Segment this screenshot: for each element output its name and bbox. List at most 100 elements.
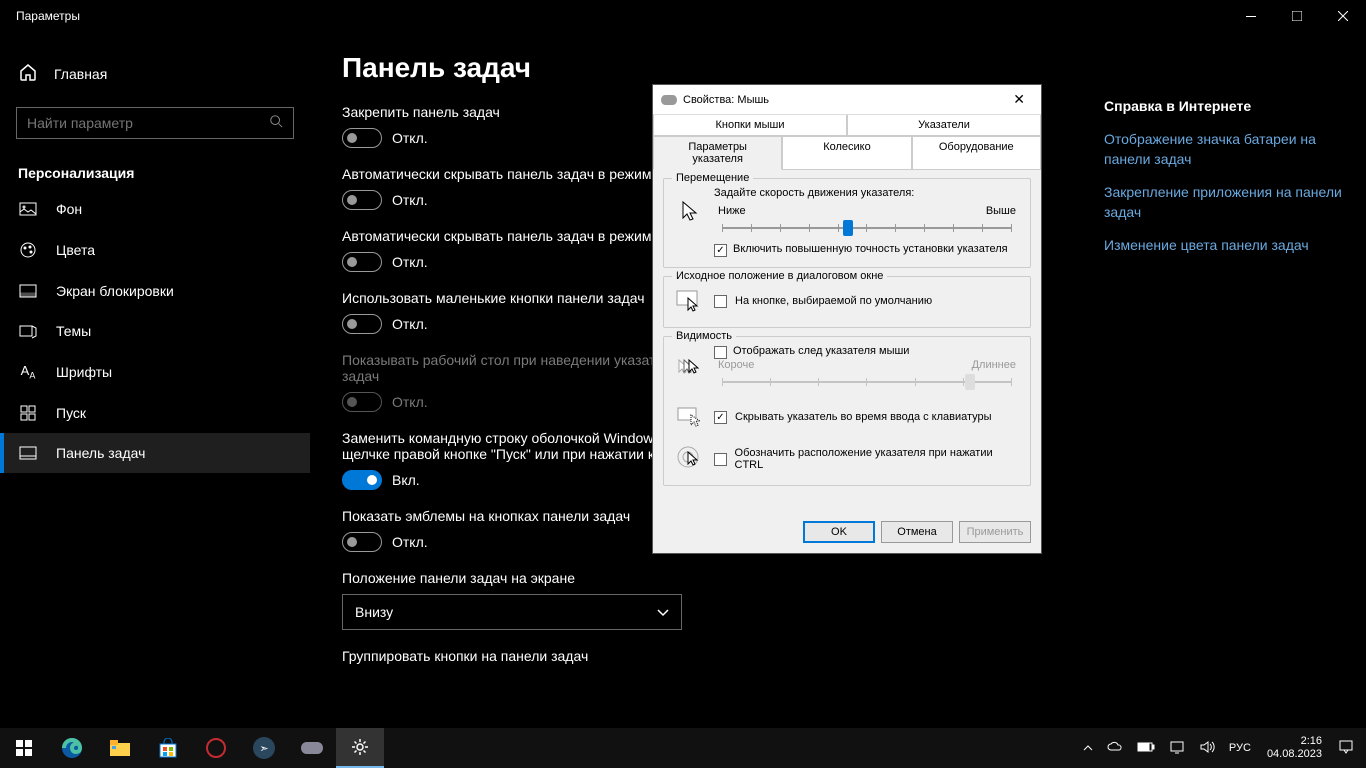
taskbar-opera[interactable] bbox=[192, 728, 240, 768]
help-panel: Справка в Интернете Отображение значка б… bbox=[1104, 98, 1354, 270]
tray-battery-icon[interactable] bbox=[1133, 742, 1159, 755]
help-link[interactable]: Закрепление приложения на панели задач bbox=[1104, 183, 1354, 222]
precision-checkbox[interactable] bbox=[714, 244, 727, 257]
sidebar-item-label: Цвета bbox=[56, 242, 95, 258]
start-button[interactable] bbox=[0, 728, 48, 768]
trail-label: Отображать след указателя мыши bbox=[733, 345, 909, 357]
taskbar-store[interactable] bbox=[144, 728, 192, 768]
toggle-lock-taskbar[interactable] bbox=[342, 128, 382, 148]
hide-typing-icon bbox=[674, 401, 706, 433]
fast-label: Выше bbox=[986, 205, 1016, 217]
chevron-down-icon bbox=[657, 604, 669, 620]
ctrl-locate-icon bbox=[674, 443, 706, 475]
tray-volume-icon[interactable] bbox=[1195, 740, 1219, 757]
ok-button[interactable]: OK bbox=[803, 521, 875, 543]
position-label: Положение панели задач на экране bbox=[342, 570, 902, 586]
snap-to-default-checkbox[interactable] bbox=[714, 295, 727, 308]
titlebar: Параметры bbox=[0, 0, 1366, 32]
trail-short-label: Короче bbox=[718, 359, 754, 371]
sidebar-item-colors[interactable]: Цвета bbox=[0, 229, 310, 271]
speed-label: Задайте скорость движения указателя: bbox=[714, 187, 1020, 199]
taskbar-edge[interactable] bbox=[48, 728, 96, 768]
taskbar-explorer[interactable] bbox=[96, 728, 144, 768]
toggle-state: Откл. bbox=[392, 254, 428, 270]
sidebar-item-label: Темы bbox=[56, 323, 91, 339]
visibility-group-label: Видимость bbox=[672, 330, 736, 342]
toggle-badges[interactable] bbox=[342, 532, 382, 552]
sidebar-item-taskbar[interactable]: Панель задач bbox=[0, 433, 310, 473]
slow-label: Ниже bbox=[718, 205, 746, 217]
tray-clock[interactable]: 2:16 04.08.2023 bbox=[1261, 735, 1328, 761]
taskbar-icon bbox=[18, 446, 38, 460]
cancel-button[interactable]: Отмена bbox=[881, 521, 953, 543]
home-cursor-icon bbox=[674, 285, 706, 317]
position-dropdown[interactable]: Внизу bbox=[342, 594, 682, 630]
help-link[interactable]: Отображение значка батареи на панели зад… bbox=[1104, 130, 1354, 169]
mouse-properties-dialog: Свойства: Мышь ✕ Кнопки мыши Указатели П… bbox=[652, 84, 1042, 554]
tab-hardware[interactable]: Оборудование bbox=[912, 136, 1041, 170]
taskbar-disk-app[interactable] bbox=[288, 728, 336, 768]
tray-onedrive-icon[interactable] bbox=[1103, 741, 1127, 755]
ctrl-locate-checkbox[interactable] bbox=[714, 453, 727, 466]
taskbar-steam[interactable]: ➣ bbox=[240, 728, 288, 768]
sidebar-item-label: Пуск bbox=[56, 405, 86, 421]
tab-pointers[interactable]: Указатели bbox=[847, 115, 1041, 136]
mouse-icon bbox=[661, 95, 677, 105]
sidebar-home-label: Главная bbox=[54, 66, 107, 82]
group-label: Группировать кнопки на панели задач bbox=[342, 648, 902, 664]
lockscreen-icon bbox=[18, 284, 38, 298]
toggle-autohide-tablet[interactable] bbox=[342, 252, 382, 272]
minimize-button[interactable] bbox=[1228, 0, 1274, 32]
dialog-titlebar: Свойства: Мышь ✕ bbox=[653, 85, 1041, 115]
tab-pointer-options[interactable]: Параметры указателя bbox=[653, 136, 782, 170]
sidebar-item-themes[interactable]: Темы bbox=[0, 311, 310, 351]
precision-label: Включить повышенную точность установки у… bbox=[733, 243, 1008, 255]
trail-length-slider bbox=[714, 373, 1020, 391]
sidebar-item-label: Фон bbox=[56, 201, 82, 217]
toggle-state: Откл. bbox=[392, 394, 428, 410]
sidebar-item-background[interactable]: Фон bbox=[0, 189, 310, 229]
tab-wheel[interactable]: Колесико bbox=[782, 136, 911, 170]
toggle-state: Откл. bbox=[392, 316, 428, 332]
dropdown-value: Внизу bbox=[355, 604, 393, 620]
sidebar-item-label: Панель задач bbox=[56, 445, 145, 461]
close-button[interactable] bbox=[1320, 0, 1366, 32]
sidebar-section-label: Персонализация bbox=[0, 151, 310, 189]
taskbar-settings[interactable] bbox=[336, 728, 384, 768]
toggle-powershell[interactable] bbox=[342, 470, 382, 490]
palette-icon bbox=[18, 241, 38, 259]
sidebar-home[interactable]: Главная bbox=[0, 52, 310, 95]
maximize-button[interactable] bbox=[1274, 0, 1320, 32]
sidebar-item-start[interactable]: Пуск bbox=[0, 393, 310, 433]
tray-network-icon[interactable] bbox=[1165, 740, 1189, 757]
tray-time-text: 2:16 bbox=[1267, 735, 1322, 748]
tray-date-text: 04.08.2023 bbox=[1267, 748, 1322, 761]
tray-overflow-icon[interactable] bbox=[1079, 742, 1097, 754]
trail-long-label: Длиннее bbox=[972, 359, 1016, 371]
search-input[interactable] bbox=[27, 115, 269, 131]
toggle-autohide-desktop[interactable] bbox=[342, 190, 382, 210]
toggle-state: Вкл. bbox=[392, 472, 420, 488]
search-icon bbox=[269, 114, 283, 133]
trail-icon bbox=[674, 352, 706, 384]
hide-while-typing-checkbox[interactable] bbox=[714, 411, 727, 424]
pointer-trail-checkbox[interactable] bbox=[714, 346, 727, 359]
snap-to-default-label: На кнопке, выбираемой по умолчанию bbox=[735, 295, 932, 307]
home-icon bbox=[18, 62, 38, 85]
toggle-small-buttons[interactable] bbox=[342, 314, 382, 334]
toggle-state: Откл. bbox=[392, 192, 428, 208]
window-title: Параметры bbox=[16, 9, 80, 23]
dialog-title-text: Свойства: Мышь bbox=[683, 94, 769, 106]
tray-language[interactable]: РУС bbox=[1225, 742, 1255, 754]
picture-icon bbox=[18, 202, 38, 216]
pointer-speed-slider[interactable] bbox=[714, 219, 1020, 237]
sidebar-item-lockscreen[interactable]: Экран блокировки bbox=[0, 271, 310, 311]
tray-notifications-icon[interactable] bbox=[1334, 739, 1358, 758]
sidebar-item-label: Шрифты bbox=[56, 364, 112, 380]
sidebar-item-fonts[interactable]: AA Шрифты bbox=[0, 351, 310, 393]
search-box[interactable] bbox=[16, 107, 294, 139]
dialog-close-button[interactable]: ✕ bbox=[1005, 89, 1033, 110]
toggle-state: Откл. bbox=[392, 534, 428, 550]
help-link[interactable]: Изменение цвета панели задач bbox=[1104, 236, 1354, 256]
tab-buttons[interactable]: Кнопки мыши bbox=[653, 115, 847, 136]
